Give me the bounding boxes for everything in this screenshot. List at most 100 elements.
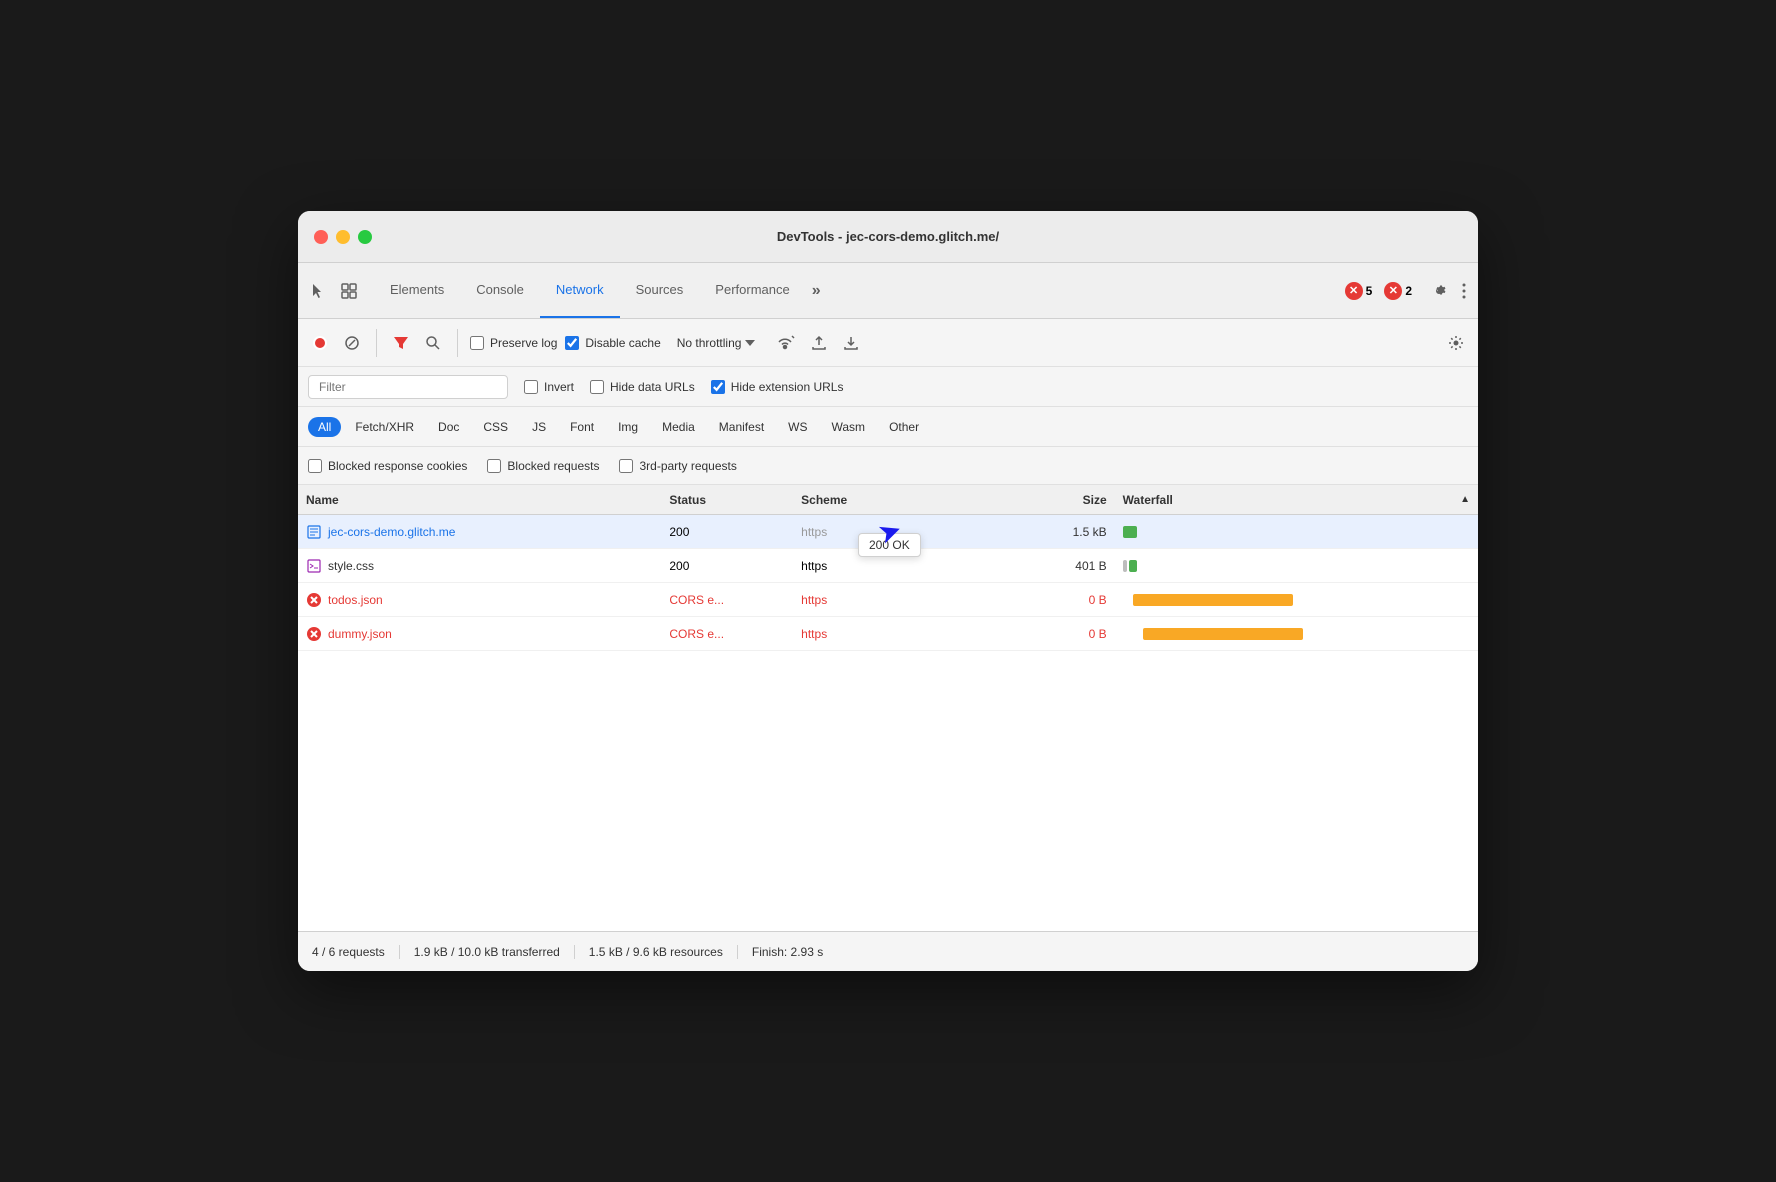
upload-icon[interactable] [807,331,831,355]
tab-performance[interactable]: Performance [699,263,805,318]
type-btn-all[interactable]: All [308,417,341,437]
preserve-log-label[interactable]: Preserve log [470,336,557,350]
table-header: Name Status Scheme Size Waterfall ▲ [298,485,1478,515]
maximize-button[interactable] [358,230,372,244]
row-name: jec-cors-demo.glitch.me [328,525,455,539]
hide-data-urls-label[interactable]: Hide data URLs [590,380,695,394]
doc-icon [306,524,322,540]
error-badge-red: ✕ 5 [1345,282,1373,300]
tab-sources[interactable]: Sources [620,263,700,318]
row-name: dummy.json [328,627,392,641]
css-icon [306,558,322,574]
type-btn-doc[interactable]: Doc [428,417,469,437]
blocked-requests-label[interactable]: Blocked requests [487,459,599,473]
hide-ext-urls-label[interactable]: Hide extension URLs [711,380,844,394]
row-waterfall [1115,560,1478,572]
more-options-icon[interactable] [1458,278,1470,304]
table-row[interactable]: dummy.json CORS e... https 0 B [298,617,1478,651]
close-button[interactable] [314,230,328,244]
download-icon[interactable] [839,331,863,355]
row-waterfall [1115,526,1478,538]
row-name-col: todos.json [298,592,661,608]
row-size: 0 B [983,593,1115,607]
empty-table-area [298,651,1478,931]
inspect-icon[interactable] [336,278,362,304]
toolbar-divider-2 [457,329,458,357]
network-toolbar: Preserve log Disable cache No throttling [298,319,1478,367]
traffic-lights [314,230,372,244]
row-waterfall [1115,594,1478,606]
row-waterfall [1115,628,1478,640]
type-btn-fetch-xhr[interactable]: Fetch/XHR [345,417,424,437]
invert-label[interactable]: Invert [524,380,574,394]
main-content: Preserve log Disable cache No throttling [298,319,1478,971]
invert-checkbox[interactable] [524,380,538,394]
devtools-icons [306,278,362,304]
sort-arrow: ▲ [1460,494,1470,505]
record-button[interactable] [308,331,332,355]
status-transferred: 1.9 kB / 10.0 kB transferred [400,945,575,959]
third-party-label[interactable]: 3rd-party requests [619,459,736,473]
settings-icon[interactable] [1426,278,1452,304]
error-icon [306,592,322,608]
type-btn-media[interactable]: Media [652,417,705,437]
type-btn-manifest[interactable]: Manifest [709,417,774,437]
waterfall-bar-yellow [1133,594,1293,606]
blocked-requests-checkbox[interactable] [487,459,501,473]
type-filter-bar: All Fetch/XHR Doc CSS JS Font Img Media … [298,407,1478,447]
tab-network[interactable]: Network [540,263,620,318]
header-name[interactable]: Name [298,493,661,507]
throttle-dropdown[interactable]: No throttling [669,332,764,354]
waterfall-bar-green [1129,560,1137,572]
row-status: CORS e... [661,593,793,607]
error-icon-orange: ✕ [1384,282,1402,300]
type-btn-ws[interactable]: WS [778,417,817,437]
blocked-bar: Blocked response cookies Blocked request… [298,447,1478,485]
clear-button[interactable] [340,331,364,355]
disable-cache-label[interactable]: Disable cache [565,336,660,350]
status-requests: 4 / 6 requests [312,945,400,959]
blocked-cookies-checkbox[interactable] [308,459,322,473]
header-size[interactable]: Size [983,493,1115,507]
type-btn-other[interactable]: Other [879,417,929,437]
row-name: style.css [328,559,374,573]
minimize-button[interactable] [336,230,350,244]
row-scheme: https [793,627,983,641]
tab-elements[interactable]: Elements [374,263,460,318]
header-scheme[interactable]: Scheme [793,493,983,507]
error-icon-2 [306,626,322,642]
status-resources: 1.5 kB / 9.6 kB resources [575,945,738,959]
type-btn-wasm[interactable]: Wasm [822,417,876,437]
header-status[interactable]: Status [661,493,793,507]
type-btn-js[interactable]: JS [522,417,556,437]
tab-right-icons: ✕ 5 ✕ 2 [1345,278,1470,304]
disable-cache-checkbox[interactable] [565,336,579,350]
table-row[interactable]: jec-cors-demo.glitch.me 200 https 1.5 kB… [298,515,1478,549]
row-name: todos.json [328,593,383,607]
network-settings-icon[interactable] [1444,331,1468,355]
table-row[interactable]: todos.json CORS e... https 0 B [298,583,1478,617]
hide-ext-urls-checkbox[interactable] [711,380,725,394]
preserve-log-checkbox[interactable] [470,336,484,350]
type-btn-css[interactable]: CSS [473,417,518,437]
type-btn-font[interactable]: Font [560,417,604,437]
header-waterfall[interactable]: Waterfall ▲ [1115,493,1478,507]
tab-console[interactable]: Console [460,263,540,318]
blocked-cookies-label[interactable]: Blocked response cookies [308,459,467,473]
waterfall-bar [1123,526,1137,538]
cursor-icon[interactable] [306,278,332,304]
wifi-icon[interactable] [771,331,799,355]
type-btn-img[interactable]: Img [608,417,648,437]
filter-input[interactable] [308,375,508,399]
filter-bar: Invert Hide data URLs Hide extension URL… [298,367,1478,407]
hide-data-urls-checkbox[interactable] [590,380,604,394]
filter-icon[interactable] [389,331,413,355]
row-scheme: https [793,559,983,573]
more-tabs-button[interactable]: » [806,274,827,308]
search-icon[interactable] [421,331,445,355]
waterfall-bar-gray [1123,560,1127,572]
row-name-col: jec-cors-demo.glitch.me [298,524,661,540]
row-size: 401 B [983,559,1115,573]
window-title: DevTools - jec-cors-demo.glitch.me/ [777,229,999,244]
third-party-checkbox[interactable] [619,459,633,473]
